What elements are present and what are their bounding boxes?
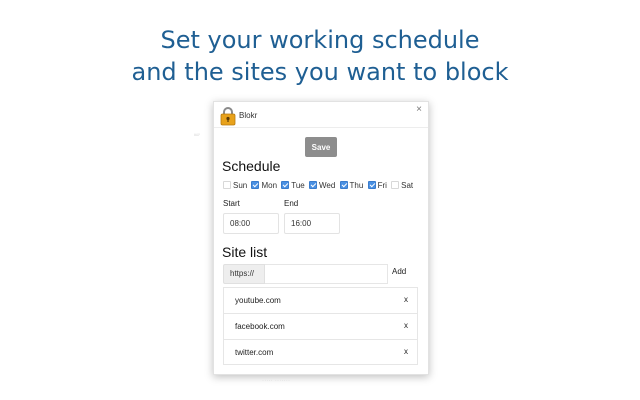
headline: Set your working schedule and the sites … bbox=[0, 24, 640, 88]
popup-titlebar: Blokr × bbox=[214, 102, 428, 128]
schedule-heading: Schedule bbox=[222, 158, 281, 174]
add-site-button[interactable]: Add bbox=[392, 267, 406, 276]
site-name: facebook.com bbox=[235, 322, 285, 331]
day-wed[interactable]: Wed bbox=[309, 181, 335, 190]
start-time-input[interactable]: 08:00 bbox=[223, 213, 279, 234]
close-icon[interactable]: × bbox=[416, 104, 422, 115]
site-url-input[interactable] bbox=[265, 264, 388, 284]
checkbox[interactable] bbox=[367, 181, 376, 190]
weekday-checkboxes: Sun Mon Tue Wed Thu Fri Sat bbox=[223, 181, 415, 193]
day-thu[interactable]: Thu bbox=[339, 181, 364, 191]
checkbox[interactable] bbox=[281, 181, 290, 190]
list-item: youtube.com x bbox=[223, 287, 418, 313]
headline-line-1: Set your working schedule bbox=[160, 26, 480, 54]
background-artifact: ///// bbox=[194, 132, 200, 137]
day-sun[interactable]: Sun bbox=[223, 181, 247, 190]
site-name: youtube.com bbox=[235, 296, 281, 305]
url-prefix: https:// bbox=[223, 264, 265, 284]
day-label: Fri bbox=[377, 181, 387, 191]
background-artifact: ····· ······· bbox=[262, 378, 291, 384]
day-label: Thu bbox=[349, 181, 364, 191]
day-label: Sat bbox=[401, 181, 414, 191]
checkbox[interactable] bbox=[309, 181, 317, 190]
site-list-heading: Site list bbox=[222, 244, 268, 260]
url-input-group: https:// bbox=[223, 264, 388, 284]
checkbox[interactable] bbox=[223, 181, 231, 190]
remove-site-button[interactable]: x bbox=[404, 295, 408, 304]
headline-line-2: and the sites you want to block bbox=[131, 58, 509, 86]
list-item: facebook.com x bbox=[223, 313, 418, 339]
checkbox[interactable] bbox=[391, 181, 400, 190]
day-sat[interactable]: Sat bbox=[391, 181, 413, 190]
day-label: Tue bbox=[291, 181, 305, 191]
end-time-input[interactable]: 16:00 bbox=[284, 213, 340, 234]
list-item: twitter.com x bbox=[223, 339, 418, 365]
checkbox[interactable] bbox=[251, 181, 260, 190]
lock-icon bbox=[220, 107, 236, 126]
save-button[interactable]: Save bbox=[305, 137, 337, 157]
extension-popup: Blokr × Save Schedule Sun Mon Tue Wed Th… bbox=[213, 101, 429, 375]
remove-site-button[interactable]: x bbox=[404, 321, 408, 330]
day-fri[interactable]: Fri bbox=[367, 181, 387, 191]
day-mon[interactable]: Mon bbox=[251, 181, 277, 190]
remove-site-button[interactable]: x bbox=[404, 347, 408, 356]
day-label: Wed bbox=[319, 181, 336, 191]
start-label: Start bbox=[223, 199, 240, 208]
site-name: twitter.com bbox=[235, 348, 274, 357]
app-title: Blokr bbox=[239, 111, 258, 120]
end-label: End bbox=[284, 199, 299, 208]
blocked-site-list: youtube.com x facebook.com x twitter.com… bbox=[223, 287, 418, 365]
day-tue[interactable]: Tue bbox=[281, 181, 305, 190]
day-label: Sun bbox=[233, 181, 248, 191]
day-label: Mon bbox=[261, 181, 278, 191]
checkbox[interactable] bbox=[339, 181, 348, 190]
